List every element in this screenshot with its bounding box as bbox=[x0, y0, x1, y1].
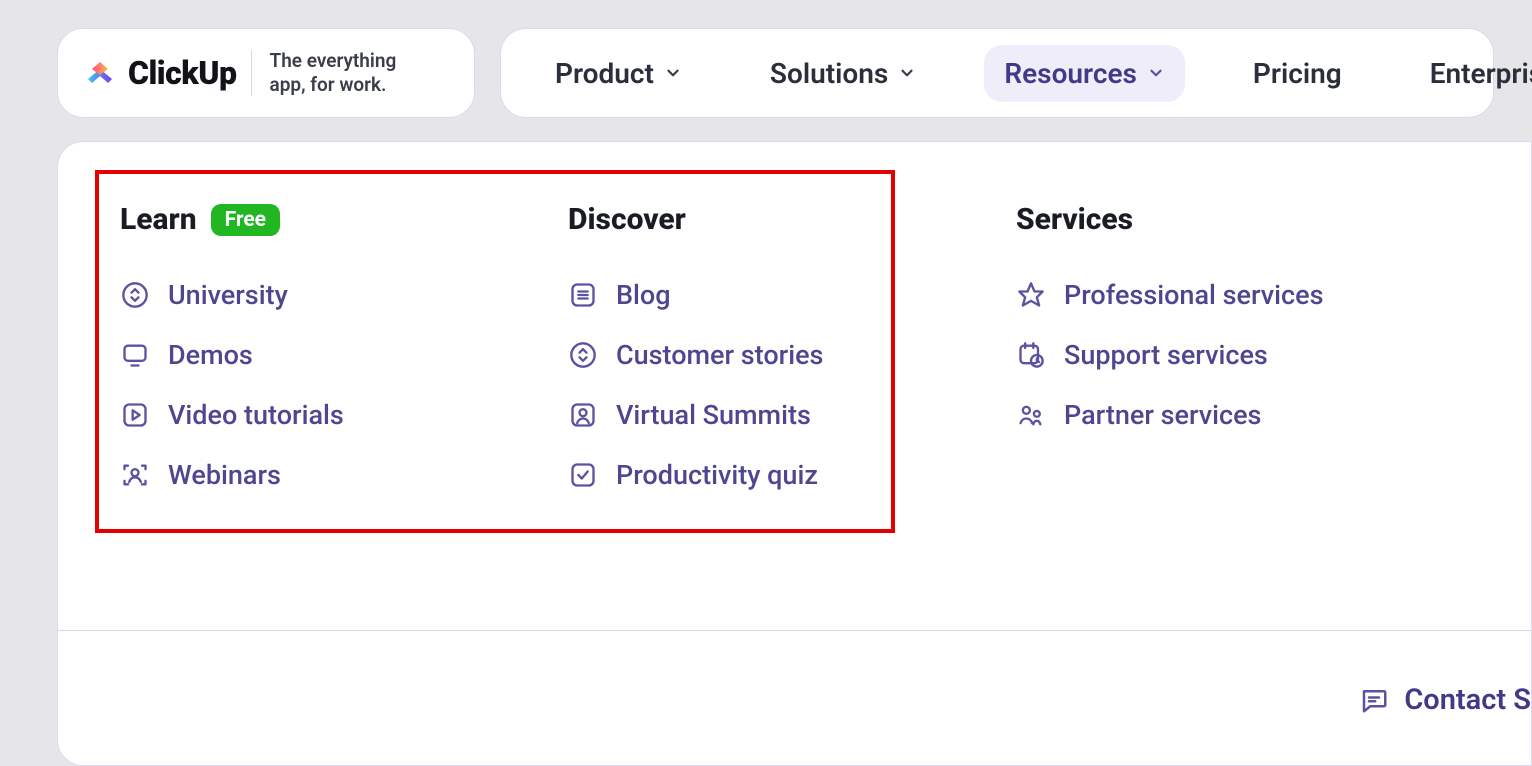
column-discover: Discover Blog Customer stories Virtual S… bbox=[568, 202, 1016, 505]
main-nav: Product Solutions Resources Pricing Ente… bbox=[500, 28, 1494, 118]
contact-link[interactable]: Contact S bbox=[1358, 683, 1531, 717]
person-square-icon bbox=[568, 400, 598, 430]
clickup-logo-icon bbox=[82, 55, 118, 91]
link-partner-services[interactable]: Partner services bbox=[1016, 385, 1464, 445]
people-icon bbox=[1016, 400, 1046, 430]
link-customer-stories[interactable]: Customer stories bbox=[568, 325, 1016, 385]
link-video-tutorials[interactable]: Video tutorials bbox=[120, 385, 568, 445]
play-square-icon bbox=[120, 400, 150, 430]
free-badge: Free bbox=[211, 204, 280, 236]
column-heading-services: Services bbox=[1016, 202, 1464, 237]
link-label: Blog bbox=[616, 279, 671, 311]
divider bbox=[251, 50, 252, 96]
column-heading-discover: Discover bbox=[568, 202, 1016, 237]
brand-tagline: The everything app, for work. bbox=[270, 49, 397, 97]
link-label: Partner services bbox=[1064, 399, 1261, 431]
nav-label: Enterprise bbox=[1430, 57, 1532, 90]
people-focus-icon bbox=[120, 460, 150, 490]
link-virtual-summits[interactable]: Virtual Summits bbox=[568, 385, 1016, 445]
link-label: Virtual Summits bbox=[616, 399, 811, 431]
column-heading-learn: Learn Free bbox=[120, 202, 568, 237]
check-square-icon bbox=[568, 460, 598, 490]
monitor-icon bbox=[120, 340, 150, 370]
heading-text: Services bbox=[1016, 202, 1133, 237]
tagline-line-2: app, for work. bbox=[270, 73, 387, 96]
nav-enterprise[interactable]: Enterprise bbox=[1410, 45, 1532, 102]
link-label: Productivity quiz bbox=[616, 459, 818, 491]
chevrons-circle-icon bbox=[120, 280, 150, 310]
brand-pill[interactable]: ClickUp The everything app, for work. bbox=[57, 28, 475, 118]
column-services: Services Professional services Support s… bbox=[1016, 202, 1464, 505]
nav-product[interactable]: Product bbox=[535, 45, 702, 102]
tagline-line-1: The everything bbox=[270, 49, 397, 72]
link-university[interactable]: University bbox=[120, 265, 568, 325]
star-icon bbox=[1016, 280, 1046, 310]
link-label: University bbox=[168, 279, 288, 311]
nav-pricing[interactable]: Pricing bbox=[1233, 45, 1362, 102]
chevron-down-icon bbox=[664, 64, 682, 82]
nav-label: Resources bbox=[1004, 57, 1137, 90]
contact-label: Contact S bbox=[1404, 683, 1531, 717]
link-productivity-quiz[interactable]: Productivity quiz bbox=[568, 445, 1016, 505]
link-webinars[interactable]: Webinars bbox=[120, 445, 568, 505]
resources-dropdown-panel: Learn Free University Demos Video tutor bbox=[57, 141, 1532, 766]
link-label: Customer stories bbox=[616, 339, 823, 371]
chevrons-circle-icon bbox=[568, 340, 598, 370]
link-professional-services[interactable]: Professional services bbox=[1016, 265, 1464, 325]
calendar-clock-icon bbox=[1016, 340, 1046, 370]
heading-text: Discover bbox=[568, 202, 686, 237]
dropdown-columns: Learn Free University Demos Video tutor bbox=[58, 202, 1531, 505]
nav-label: Pricing bbox=[1253, 57, 1342, 90]
link-label: Demos bbox=[168, 339, 253, 371]
panel-footer: Contact S bbox=[58, 630, 1531, 765]
link-demos[interactable]: Demos bbox=[120, 325, 568, 385]
link-label: Support services bbox=[1064, 339, 1268, 371]
link-label: Professional services bbox=[1064, 279, 1323, 311]
column-learn: Learn Free University Demos Video tutor bbox=[120, 202, 568, 505]
nav-resources[interactable]: Resources bbox=[984, 45, 1185, 102]
brand-name: ClickUp bbox=[128, 54, 237, 92]
link-label: Video tutorials bbox=[168, 399, 344, 431]
chevron-down-icon bbox=[1147, 64, 1165, 82]
heading-text: Learn bbox=[120, 202, 197, 237]
link-blog[interactable]: Blog bbox=[568, 265, 1016, 325]
nav-label: Product bbox=[555, 57, 654, 90]
nav-solutions[interactable]: Solutions bbox=[750, 45, 936, 102]
link-support-services[interactable]: Support services bbox=[1016, 325, 1464, 385]
link-label: Webinars bbox=[168, 459, 281, 491]
lines-square-icon bbox=[568, 280, 598, 310]
chevron-down-icon bbox=[898, 64, 916, 82]
nav-label: Solutions bbox=[770, 57, 888, 90]
chat-icon bbox=[1358, 684, 1390, 716]
